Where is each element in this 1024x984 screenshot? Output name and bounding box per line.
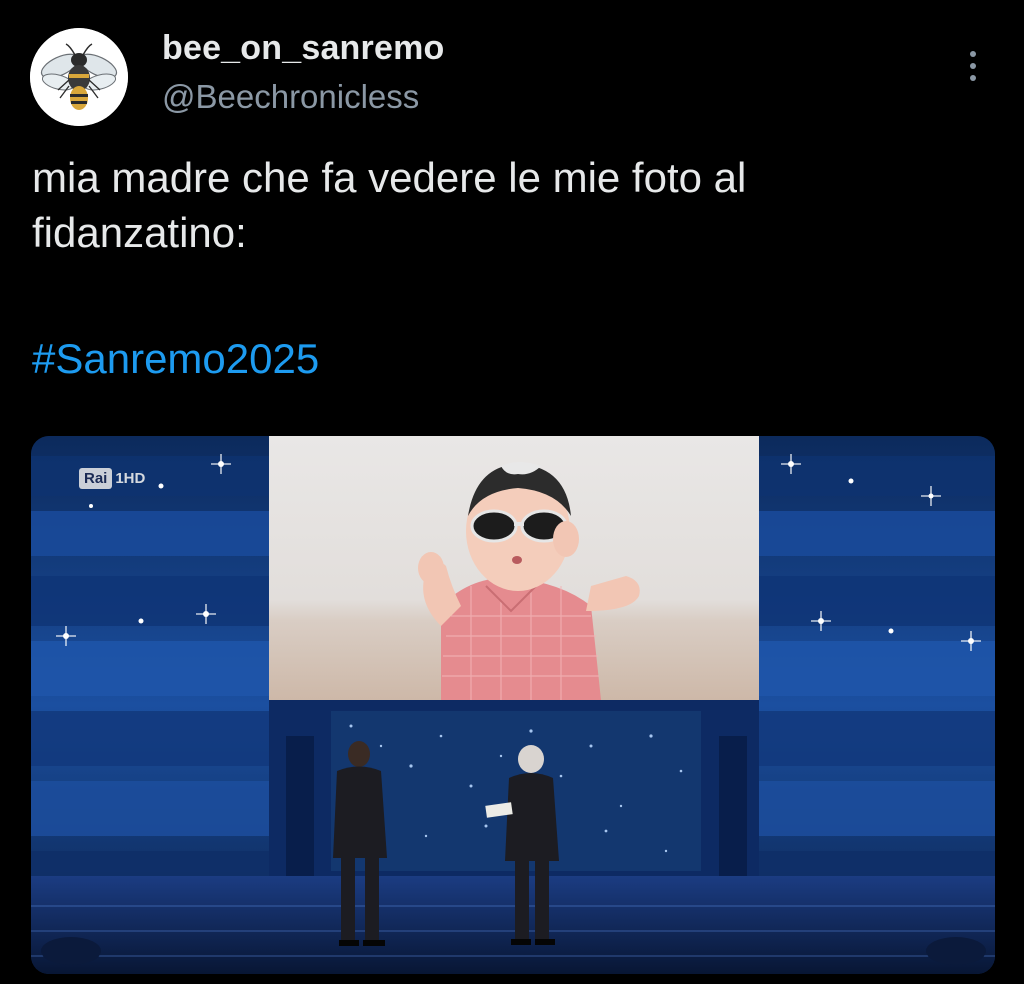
stage-scene-illustration <box>31 436 995 974</box>
tweet-page: bee_on_sanremo @Beechronicless mia madre… <box>0 0 1024 984</box>
bee-avatar-icon[interactable] <box>30 28 128 126</box>
channel-logo-brand: Rai <box>79 468 113 489</box>
more-vertical-icon-dot <box>970 75 976 81</box>
more-options-button[interactable] <box>950 40 996 92</box>
hashtag-link[interactable]: #Sanremo2025 <box>32 331 319 386</box>
more-vertical-icon-dot <box>970 63 976 69</box>
bee-avatar-graphic <box>30 28 128 126</box>
channel-logo-number: 1HD <box>115 470 146 487</box>
tweet-text: mia madre che fa vedere le mie foto al f… <box>32 150 992 260</box>
tweet-text-line-2: fidanzatino: <box>32 209 247 256</box>
more-vertical-icon <box>970 51 976 57</box>
tweet-media-image[interactable]: Rai 1HD <box>31 436 995 974</box>
author-display-name[interactable]: bee_on_sanremo <box>162 26 444 70</box>
author-handle[interactable]: @Beechronicless <box>162 76 419 118</box>
channel-logo: Rai 1HD <box>79 468 145 489</box>
tweet-text-line-1: mia madre che fa vedere le mie foto al <box>32 154 747 201</box>
